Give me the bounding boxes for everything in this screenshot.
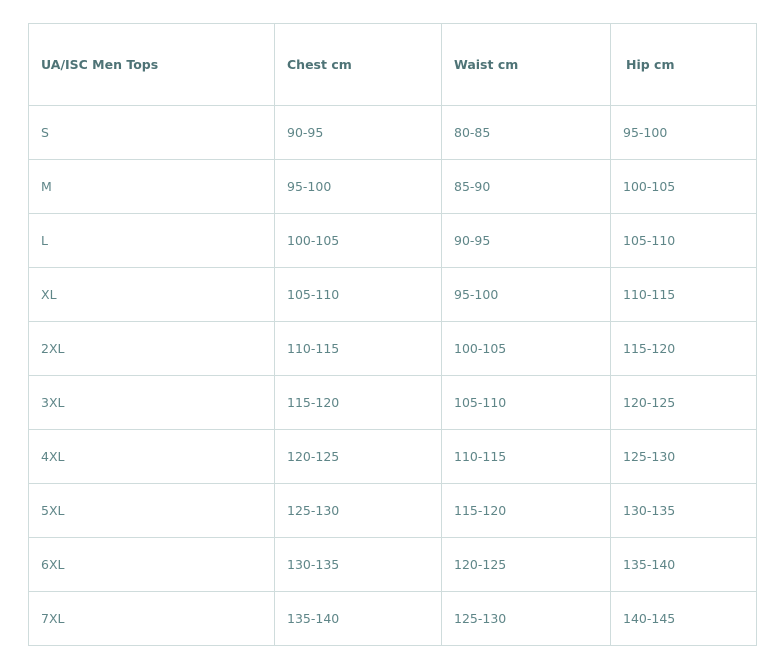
cell-chest: 135-140: [274, 591, 442, 646]
cell-size: 2XL: [28, 321, 275, 376]
cell-hip: 120-125: [610, 375, 757, 430]
cell-size: 6XL: [28, 537, 275, 592]
cell-waist: 120-125: [441, 537, 611, 592]
cell-hip: 140-145: [610, 591, 757, 646]
header-row: UA/ISC Men Tops Chest cm Waist cm Hip cm: [28, 23, 757, 106]
header-size: UA/ISC Men Tops: [28, 23, 275, 106]
table-row: 4XL 120-125 110-115 125-130: [28, 429, 757, 484]
cell-chest: 130-135: [274, 537, 442, 592]
cell-hip: 105-110: [610, 213, 757, 268]
table-row: 2XL 110-115 100-105 115-120: [28, 321, 757, 376]
table-row: 5XL 125-130 115-120 130-135: [28, 483, 757, 538]
table-row: XL 105-110 95-100 110-115: [28, 267, 757, 322]
cell-waist: 90-95: [441, 213, 611, 268]
size-chart-header: UA/ISC Men Tops Chest cm Waist cm Hip cm: [28, 23, 757, 106]
cell-chest: 95-100: [274, 159, 442, 214]
table-row: L 100-105 90-95 105-110: [28, 213, 757, 268]
cell-waist: 95-100: [441, 267, 611, 322]
table-row: 6XL 130-135 120-125 135-140: [28, 537, 757, 592]
cell-chest: 100-105: [274, 213, 442, 268]
header-waist: Waist cm: [441, 23, 611, 106]
cell-size: L: [28, 213, 275, 268]
cell-size: S: [28, 105, 275, 160]
size-chart-body: S 90-95 80-85 95-100 M 95-100 85-90 100-…: [28, 105, 757, 646]
cell-size: 5XL: [28, 483, 275, 538]
size-chart-container: UA/ISC Men Tops Chest cm Waist cm Hip cm…: [28, 23, 757, 646]
cell-chest: 110-115: [274, 321, 442, 376]
cell-chest: 90-95: [274, 105, 442, 160]
size-chart-table: UA/ISC Men Tops Chest cm Waist cm Hip cm…: [28, 23, 757, 646]
table-row: S 90-95 80-85 95-100: [28, 105, 757, 160]
cell-waist: 80-85: [441, 105, 611, 160]
cell-hip: 95-100: [610, 105, 757, 160]
cell-chest: 120-125: [274, 429, 442, 484]
cell-waist: 105-110: [441, 375, 611, 430]
cell-waist: 110-115: [441, 429, 611, 484]
cell-hip: 110-115: [610, 267, 757, 322]
cell-hip: 135-140: [610, 537, 757, 592]
table-row: 7XL 135-140 125-130 140-145: [28, 591, 757, 646]
cell-chest: 115-120: [274, 375, 442, 430]
header-chest: Chest cm: [274, 23, 442, 106]
table-row: M 95-100 85-90 100-105: [28, 159, 757, 214]
cell-waist: 85-90: [441, 159, 611, 214]
cell-hip: 125-130: [610, 429, 757, 484]
cell-hip: 115-120: [610, 321, 757, 376]
cell-hip: 100-105: [610, 159, 757, 214]
cell-size: 4XL: [28, 429, 275, 484]
cell-hip: 130-135: [610, 483, 757, 538]
cell-chest: 105-110: [274, 267, 442, 322]
cell-size: 7XL: [28, 591, 275, 646]
cell-size: XL: [28, 267, 275, 322]
cell-waist: 115-120: [441, 483, 611, 538]
cell-waist: 100-105: [441, 321, 611, 376]
cell-waist: 125-130: [441, 591, 611, 646]
cell-size: M: [28, 159, 275, 214]
table-row: 3XL 115-120 105-110 120-125: [28, 375, 757, 430]
cell-size: 3XL: [28, 375, 275, 430]
cell-chest: 125-130: [274, 483, 442, 538]
header-hip: Hip cm: [610, 23, 757, 106]
